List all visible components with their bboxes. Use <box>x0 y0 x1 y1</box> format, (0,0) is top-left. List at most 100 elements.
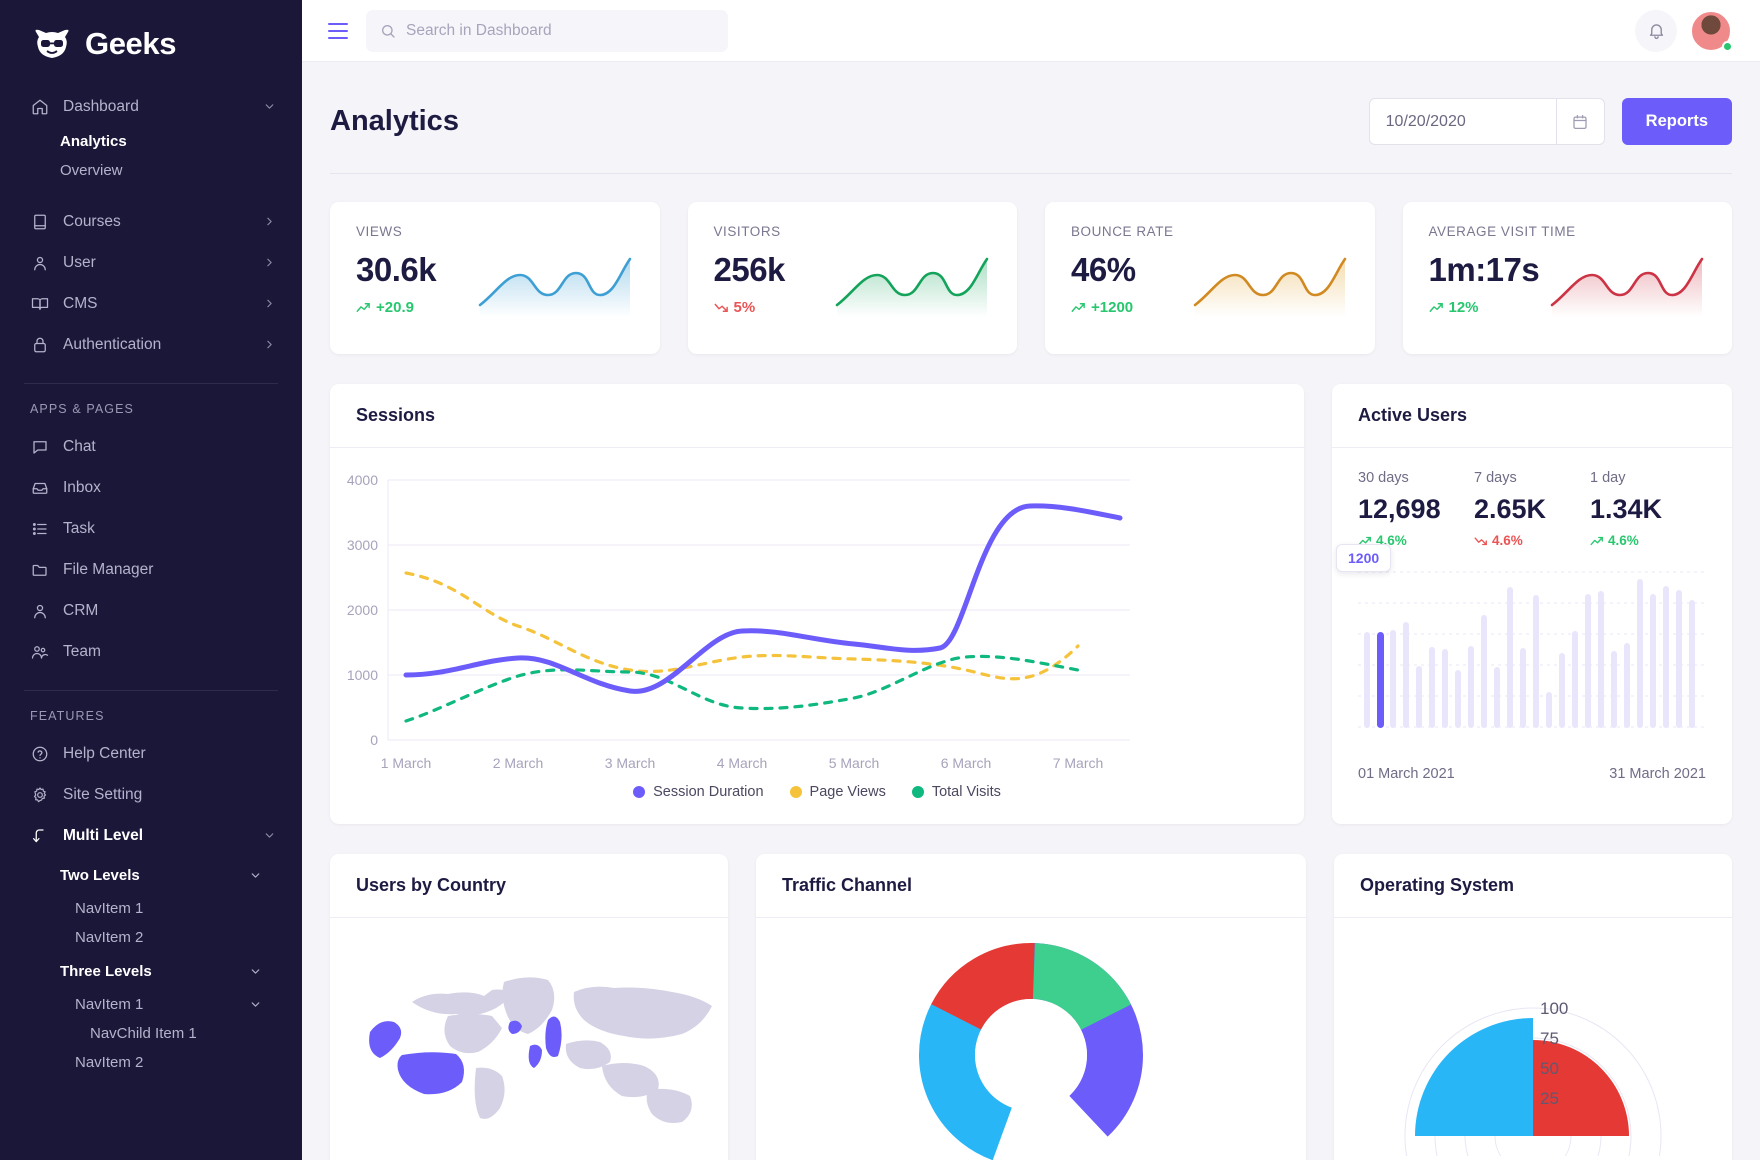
avatar[interactable] <box>1690 10 1732 52</box>
traffic-channel-card: Traffic Channel <box>756 854 1306 1160</box>
legend-label: Total Visits <box>932 784 1001 800</box>
sidebar-item-three-levels-navitem-2[interactable]: NavItem 2 <box>0 1048 302 1077</box>
sidebar-item-chat[interactable]: Chat <box>0 426 302 467</box>
sidebar-item-file-manager[interactable]: File Manager <box>0 549 302 590</box>
kpi-delta: 12% <box>1429 299 1540 316</box>
sidebar-item-three-levels-navitem-1[interactable]: NavItem 1 <box>0 990 302 1019</box>
active-users-range: 01 March 2021 31 March 2021 <box>1332 766 1732 782</box>
svg-text:4000: 4000 <box>347 472 378 488</box>
legend-color-swatch <box>912 786 924 798</box>
chevron-down-icon[interactable] <box>249 998 262 1011</box>
chevron-right-icon[interactable] <box>263 215 276 228</box>
svg-text:2 March: 2 March <box>493 755 544 771</box>
search-icon <box>380 23 396 39</box>
main-area: Search in Dashboard Analytics <box>302 0 1760 1160</box>
sidebar-item-dashboard[interactable]: Dashboard <box>0 86 302 127</box>
svg-text:100: 100 <box>1540 999 1568 1018</box>
sidebar-item-courses[interactable]: Courses <box>0 201 302 242</box>
kpi-value: 30.6k <box>356 251 436 289</box>
trend-up-icon <box>356 301 371 314</box>
trend-up-icon <box>1429 301 1444 314</box>
sidebar-item-multi-level[interactable]: Multi Level <box>0 815 302 856</box>
chevron-right-icon[interactable] <box>263 338 276 351</box>
active-users-card-header: Active Users <box>1332 384 1732 448</box>
active-users-stat-1-day: 1 day 1.34K 4.6% <box>1590 470 1706 548</box>
legend-item[interactable]: Session Duration <box>633 784 763 800</box>
notifications-button[interactable] <box>1635 10 1677 52</box>
svg-text:25: 25 <box>1540 1089 1559 1108</box>
range-end: 31 March 2021 <box>1609 766 1706 782</box>
sidebar-item-analytics[interactable]: Analytics <box>0 127 302 156</box>
sidebar-item-cms[interactable]: CMS <box>0 283 302 324</box>
trend-up-icon <box>1071 301 1086 314</box>
page-content: Analytics 10/20/2020 Reports <box>302 62 1760 1160</box>
sidebar-subitem-label: NavItem 2 <box>75 929 143 946</box>
sidebar-item-overview[interactable]: Overview <box>0 156 302 185</box>
sidebar-item-navitem-2[interactable]: NavItem 2 <box>0 923 302 952</box>
sidebar-item-two-levels[interactable]: Two Levels <box>0 856 302 894</box>
chevron-down-icon[interactable] <box>263 100 276 113</box>
calendar-button[interactable] <box>1556 99 1604 144</box>
kpi-label: VISITORS <box>714 224 992 239</box>
stat-value: 1.34K <box>1590 494 1706 525</box>
sidebar-item-label: Task <box>63 520 276 538</box>
svg-text:3000: 3000 <box>347 537 378 553</box>
chevron-down-icon[interactable] <box>263 829 276 842</box>
sidebar-item-navitem-1[interactable]: NavItem 1 <box>0 894 302 923</box>
sidebar-item-authentication[interactable]: Authentication <box>0 324 302 365</box>
sidebar-item-crm[interactable]: CRM <box>0 590 302 631</box>
sidebar-item-user[interactable]: User <box>0 242 302 283</box>
sidebar-subitem-label: Overview <box>60 162 123 179</box>
legend-item[interactable]: Total Visits <box>912 784 1001 800</box>
question-circle-icon <box>30 744 49 763</box>
sparkline-visitors <box>833 251 991 325</box>
chevron-down-icon[interactable] <box>249 869 262 882</box>
brand[interactable]: Geeks <box>0 0 302 66</box>
sessions-title: Sessions <box>356 405 1278 426</box>
legend-item[interactable]: Page Views <box>790 784 886 800</box>
kpi-value: 256k <box>714 251 785 289</box>
chevron-down-icon[interactable] <box>249 965 262 978</box>
sidebar-item-task[interactable]: Task <box>0 508 302 549</box>
sidebar-item-team[interactable]: Team <box>0 631 302 672</box>
range-start: 01 March 2021 <box>1358 766 1455 782</box>
reports-button[interactable]: Reports <box>1622 98 1732 145</box>
sidebar-subitem-label: Analytics <box>60 133 127 150</box>
stat-period: 1 day <box>1590 470 1706 486</box>
sidebar-item-inbox[interactable]: Inbox <box>0 467 302 508</box>
sidebar-item-three-levels[interactable]: Three Levels <box>0 952 302 990</box>
active-users-bar-chart[interactable] <box>1332 548 1732 758</box>
kpi-row: VIEWS 30.6k +20.9 <box>330 202 1732 354</box>
sidebar-item-site-setting[interactable]: Site Setting <box>0 774 302 815</box>
svg-text:2000: 2000 <box>347 602 378 618</box>
date-value[interactable]: 10/20/2020 <box>1370 99 1556 144</box>
chevron-right-icon[interactable] <box>263 297 276 310</box>
chevron-right-icon[interactable] <box>263 256 276 269</box>
sidebar-item-label: Chat <box>63 438 276 456</box>
hamburger-icon[interactable] <box>328 23 348 39</box>
page-header: Analytics 10/20/2020 Reports <box>330 62 1732 174</box>
sidebar-subitem-label: NavItem 1 <box>75 900 143 917</box>
search-input[interactable]: Search in Dashboard <box>366 10 728 52</box>
traffic-channel-donut-chart[interactable] <box>756 918 1306 1160</box>
sidebar-item-navchild-item-1[interactable]: NavChild Item 1 <box>0 1019 302 1048</box>
corner-down-arrow-icon <box>30 826 49 845</box>
kpi-card-average-visit-time: AVERAGE VISIT TIME 1m:17s 12% <box>1403 202 1733 354</box>
world-map[interactable] <box>330 918 728 1140</box>
sessions-chart[interactable]: 4000 3000 2000 1000 0 1 March 2 March 3 … <box>330 448 1304 778</box>
sidebar-item-label: Dashboard <box>63 98 249 116</box>
active-users-title: Active Users <box>1358 405 1706 426</box>
svg-text:0: 0 <box>370 732 378 748</box>
user-icon <box>30 601 49 620</box>
kpi-label: AVERAGE VISIT TIME <box>1429 224 1707 239</box>
kpi-label: VIEWS <box>356 224 634 239</box>
sparkline-average-visit-time <box>1548 251 1706 325</box>
trend-down-icon <box>1474 535 1488 547</box>
operating-system-polar-chart[interactable]: 100 75 50 25 <box>1334 918 1732 1156</box>
kpi-value: 1m:17s <box>1429 251 1540 289</box>
lock-icon <box>30 335 49 354</box>
mid-row: Sessions <box>330 384 1732 824</box>
date-picker[interactable]: 10/20/2020 <box>1369 98 1605 145</box>
sidebar-item-help-center[interactable]: Help Center <box>0 733 302 774</box>
users-by-country-card: Users by Country <box>330 854 728 1160</box>
